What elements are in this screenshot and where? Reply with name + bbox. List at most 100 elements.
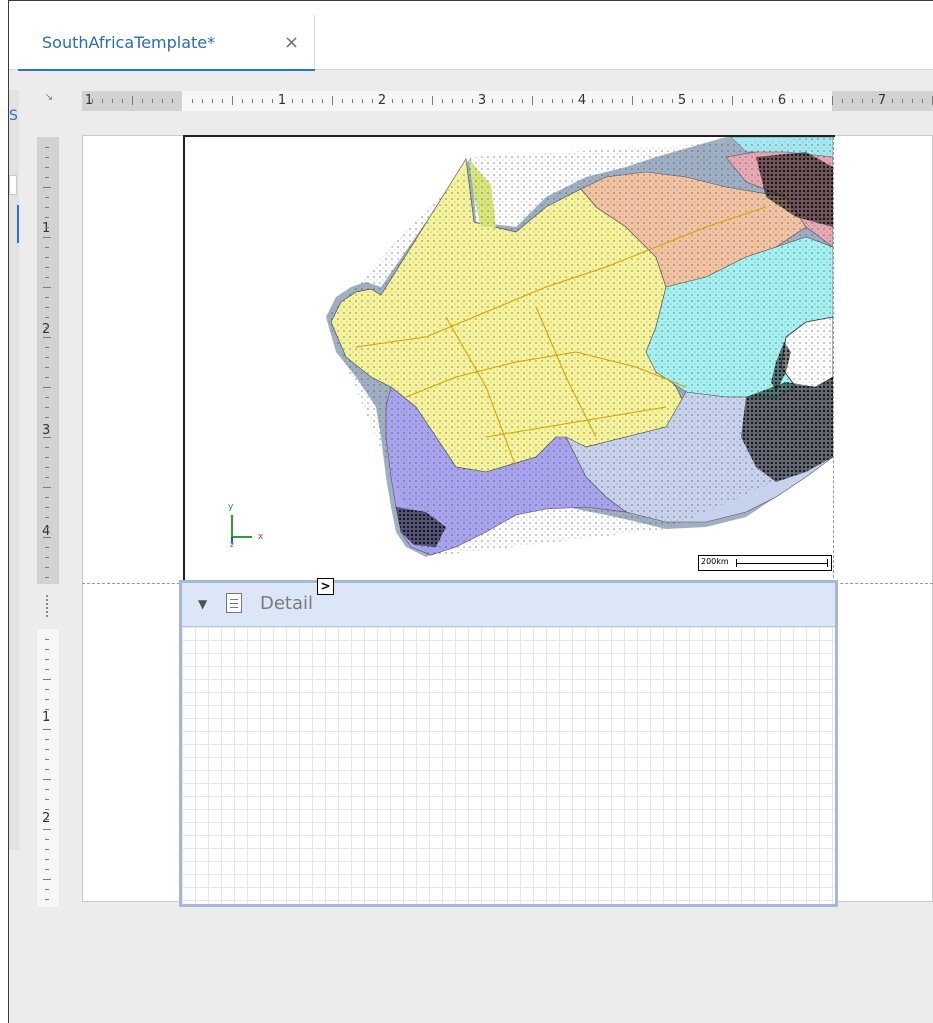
ruler-tick [45, 277, 49, 278]
ruler-tick [692, 99, 693, 103]
ruler-tick [45, 557, 49, 558]
ruler-tick [322, 99, 323, 103]
detail-band-grid[interactable] [182, 627, 835, 904]
ruler-tick [43, 187, 51, 188]
ruler-tick [522, 99, 523, 103]
ruler-tick [112, 99, 113, 103]
ruler-tick [43, 729, 51, 730]
ruler-tick [312, 99, 313, 103]
ruler-tick [542, 99, 543, 103]
ruler-tick [45, 769, 49, 770]
ruler-tick [45, 527, 49, 528]
ruler-tick [45, 889, 49, 890]
ruler-tick [45, 497, 49, 498]
ruler-tick [43, 237, 51, 238]
ruler-tick [45, 467, 49, 468]
ruler-tick [45, 749, 49, 750]
ruler-tick [43, 679, 51, 680]
ruler-number: 6 [777, 93, 787, 108]
side-panel-label[interactable]: S [9, 108, 18, 124]
ruler-number: 2 [377, 93, 387, 108]
ruler-tick [45, 659, 49, 660]
ruler-tick [45, 417, 49, 418]
scale-tick [827, 559, 828, 567]
ruler-tick [45, 689, 49, 690]
horizontal-ruler[interactable]: 1 1 2 3 4 5 6 7 [82, 91, 933, 111]
ruler-tick [45, 739, 49, 740]
map-control[interactable] [186, 137, 833, 581]
ruler-tick [45, 899, 49, 900]
ruler-tick [43, 287, 51, 288]
ruler-tick [45, 759, 49, 760]
band-splitter-handle[interactable] [46, 595, 51, 617]
ruler-tick [45, 397, 49, 398]
ruler-tick [272, 99, 273, 103]
ruler-corner-icon[interactable]: ↘ [38, 92, 60, 110]
detail-band-header[interactable]: ▼ Detail [182, 583, 835, 627]
ruler-number: 2 [42, 322, 51, 337]
ruler-tick [372, 99, 373, 103]
ruler-tick [43, 779, 51, 780]
ruler-tick [762, 99, 763, 103]
ruler-tick [612, 99, 613, 103]
ruler-tick [45, 177, 49, 178]
page-border [183, 135, 185, 585]
ruler-tick [572, 99, 573, 103]
ruler-tick [45, 719, 49, 720]
ruler-tick [92, 99, 93, 103]
ruler-tick [842, 99, 843, 103]
ruler-tick [45, 669, 49, 670]
ruler-tick [43, 337, 51, 338]
ruler-tick [642, 99, 643, 103]
axis-x-label: x [258, 532, 264, 542]
ruler-tick [132, 96, 133, 105]
ruler-tick [45, 217, 49, 218]
ruler-tick [912, 99, 913, 103]
ruler-tick [45, 809, 49, 810]
ruler-tick [162, 99, 163, 103]
detail-band[interactable]: ▼ Detail [179, 580, 838, 907]
ruler-tick [43, 829, 51, 830]
ruler-tick [45, 649, 49, 650]
ruler-tick [45, 347, 49, 348]
ruler-tick [262, 99, 263, 103]
ruler-tick [45, 227, 49, 228]
ruler-tick [652, 99, 653, 103]
ruler-tick [662, 99, 663, 103]
ruler-tick [722, 99, 723, 103]
ruler-tick [732, 96, 733, 105]
ruler-detail-band-area [37, 629, 59, 907]
ruler-tick [45, 367, 49, 368]
ruler-tick [45, 167, 49, 168]
active-tab-indicator [18, 69, 315, 71]
axis-y-label: y [228, 502, 234, 512]
side-panel-field[interactable] [9, 175, 17, 195]
ruler-tick [392, 99, 393, 103]
ruler-tick [45, 849, 49, 850]
ruler-tick [43, 437, 51, 438]
vertical-ruler[interactable]: 1 2 3 4 1 2 [37, 137, 59, 907]
close-icon[interactable]: × [284, 32, 299, 53]
ruler-tick [212, 99, 213, 103]
scale-label: 200km [701, 557, 729, 566]
band-icon [226, 593, 242, 613]
tab-south-africa-template[interactable]: SouthAfricaTemplate* × [18, 15, 315, 71]
smart-tag-button[interactable]: > [317, 578, 334, 595]
ruler-tick [45, 257, 49, 258]
ruler-tick [492, 99, 493, 103]
ruler-tick [332, 96, 333, 105]
detail-band-label: Detail [260, 593, 314, 614]
ruler-tick [922, 99, 923, 103]
ruler-tick [422, 99, 423, 103]
ruler-tick [45, 327, 49, 328]
page-margin-guide [833, 137, 834, 583]
collapse-icon[interactable]: ▼ [198, 597, 207, 611]
ruler-tick [172, 99, 173, 103]
ruler-tick [672, 99, 673, 103]
ruler-tick [45, 477, 49, 478]
ruler-tick [43, 879, 51, 880]
side-panel-active-indicator [17, 205, 19, 243]
ruler-tick [702, 99, 703, 103]
ruler-tick [192, 99, 193, 103]
ruler-tick [292, 99, 293, 103]
